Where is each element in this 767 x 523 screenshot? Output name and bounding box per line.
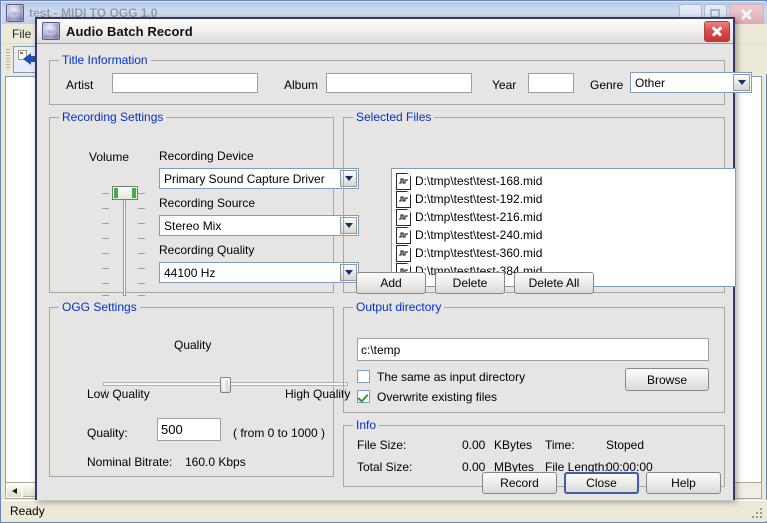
dialog-title: Audio Batch Record: [66, 24, 193, 39]
record-button[interactable]: Record: [482, 472, 557, 494]
add-button[interactable]: Add: [356, 272, 426, 294]
file-path-label: D:\tmp\test\test-360.mid: [415, 246, 542, 260]
delete-button[interactable]: Delete: [435, 272, 505, 294]
scroll-left-button[interactable]: [6, 483, 22, 498]
chevron-down-icon[interactable]: [733, 74, 750, 91]
file-list-item[interactable]: D:\tmp\test\test-192.mid: [396, 190, 735, 208]
artist-field[interactable]: [112, 73, 258, 93]
delete-all-button[interactable]: Delete All: [514, 272, 594, 294]
file-list-item[interactable]: D:\tmp\test\test-168.mid: [396, 172, 735, 190]
high-quality-label: High Quality: [285, 387, 350, 401]
status-bar: Ready: [2, 500, 767, 521]
artist-label: Artist: [66, 78, 93, 92]
selected-files-list[interactable]: D:\tmp\test\test-168.mid D:\tmp\test\test…: [391, 168, 736, 287]
total-size-label: Total Size:: [357, 460, 412, 474]
genre-label: Genre: [590, 78, 623, 92]
volume-slider-track: [123, 192, 126, 296]
recording-quality-value: 44100 Hz: [160, 266, 339, 280]
dialog-titlebar: Audio Batch Record: [37, 19, 733, 44]
title-information-legend: Title Information: [59, 53, 151, 67]
file-size-unit: KBytes: [494, 438, 532, 452]
dialog-close-icon[interactable]: [704, 21, 730, 42]
recording-device-select[interactable]: Primary Sound Capture Driver: [159, 168, 359, 189]
dialog-icon: [42, 22, 60, 40]
output-directory-legend: Output directory: [353, 300, 444, 314]
selected-files-legend: Selected Files: [353, 110, 434, 124]
recording-source-select[interactable]: Stereo Mix: [159, 215, 359, 236]
file-path-label: D:\tmp\test\test-192.mid: [415, 192, 542, 206]
recording-quality-select[interactable]: 44100 Hz: [159, 262, 359, 283]
file-list-item[interactable]: D:\tmp\test\test-240.mid: [396, 226, 735, 244]
genre-select[interactable]: Other: [630, 72, 752, 93]
volume-slider-thumb[interactable]: [112, 186, 138, 200]
recording-quality-label: Recording Quality: [159, 243, 254, 257]
same-as-input-label: The same as input directory: [377, 370, 525, 384]
time-label: Time:: [545, 438, 575, 452]
volume-label: Volume: [89, 150, 129, 164]
menu-item-file[interactable]: File: [12, 27, 31, 41]
file-path-label: D:\tmp\test\test-240.mid: [415, 228, 542, 242]
file-list-item[interactable]: D:\tmp\test\test-216.mid: [396, 208, 735, 226]
quality-slider-label: Quality: [174, 338, 211, 352]
file-size-value: 0.00: [462, 438, 485, 452]
time-value: Stoped: [606, 438, 644, 452]
application-icon: [6, 4, 24, 22]
toolbar-grip[interactable]: [6, 49, 10, 69]
nominal-bitrate-value: 160.0 Kbps: [185, 455, 246, 469]
output-path-field[interactable]: [357, 338, 709, 361]
low-quality-label: Low Quality: [87, 387, 150, 401]
year-label: Year: [492, 78, 516, 92]
ogg-settings-legend: OGG Settings: [59, 300, 140, 314]
file-path-label: D:\tmp\test\test-216.mid: [415, 210, 542, 224]
same-as-input-checkbox[interactable]: [357, 370, 370, 383]
recording-source-value: Stereo Mix: [160, 219, 339, 233]
overwrite-existing-checkbox[interactable]: [357, 390, 370, 403]
title-information-group: Title Information Artist Album Year Genr…: [49, 60, 725, 105]
info-legend: Info: [353, 418, 379, 432]
resize-grip[interactable]: [750, 506, 763, 519]
midi-file-icon: [396, 227, 411, 244]
genre-value: Other: [631, 76, 732, 90]
file-size-label: File Size:: [357, 438, 406, 452]
quality-field-label: Quality:: [87, 426, 128, 440]
audio-batch-record-dialog: Audio Batch Record Title Information Art…: [35, 17, 735, 500]
midi-file-icon: [396, 173, 411, 190]
recording-settings-legend: Recording Settings: [59, 110, 166, 124]
volume-slider[interactable]: [100, 186, 148, 298]
quality-input[interactable]: [157, 418, 221, 441]
file-path-label: D:\tmp\test\test-168.mid: [415, 174, 542, 188]
dialog-body: Title Information Artist Album Year Genr…: [37, 44, 733, 500]
overwrite-existing-label: Overwrite existing files: [377, 390, 497, 404]
midi-file-icon: [396, 191, 411, 208]
midi-file-icon: [396, 209, 411, 226]
browse-button[interactable]: Browse: [625, 368, 709, 391]
album-field[interactable]: [326, 73, 472, 93]
quality-slider-thumb[interactable]: [220, 377, 231, 393]
midi-file-icon: [396, 245, 411, 262]
quality-range-hint: ( from 0 to 1000 ): [233, 426, 325, 440]
status-text: Ready: [10, 504, 45, 518]
help-button[interactable]: Help: [646, 472, 721, 494]
year-field[interactable]: [528, 73, 574, 93]
recording-source-label: Recording Source: [159, 196, 255, 210]
file-list-item[interactable]: D:\tmp\test\test-360.mid: [396, 244, 735, 262]
total-size-value: 0.00: [462, 460, 485, 474]
recording-device-value: Primary Sound Capture Driver: [160, 172, 339, 186]
recording-device-label: Recording Device: [159, 149, 254, 163]
nominal-bitrate-label: Nominal Bitrate:: [87, 455, 172, 469]
close-button[interactable]: Close: [564, 472, 639, 494]
album-label: Album: [284, 78, 318, 92]
